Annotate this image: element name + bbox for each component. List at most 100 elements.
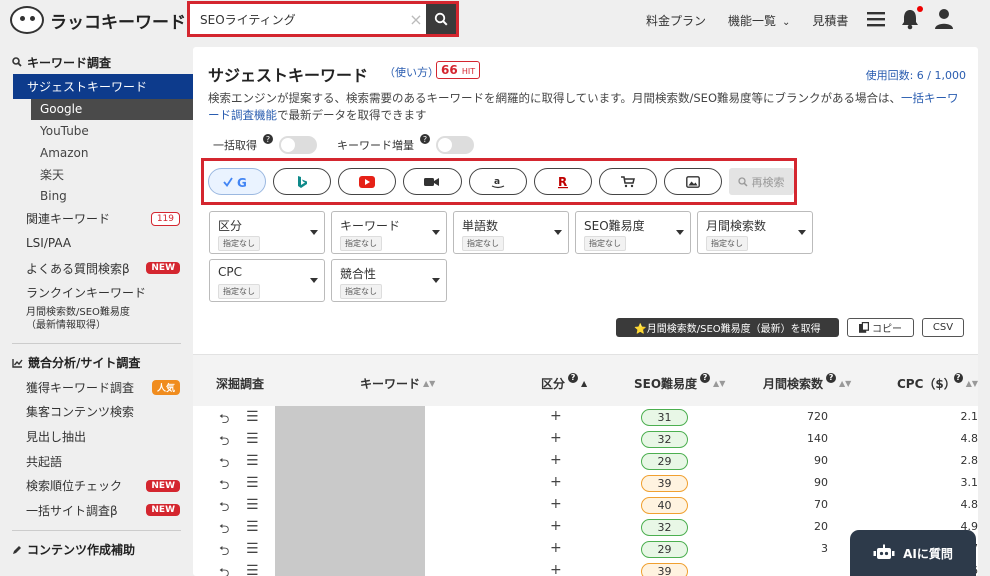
sidebar-item-cooccur[interactable]: 共起語 — [0, 449, 193, 474]
filter-cpc[interactable]: CPC 指定なし — [209, 259, 325, 302]
engine-google-button[interactable]: G — [208, 168, 267, 195]
engine-bing-button[interactable] — [273, 168, 332, 195]
add-icon[interactable]: + — [550, 540, 562, 556]
add-icon[interactable]: + — [550, 496, 562, 512]
list-icon[interactable]: ☰ — [246, 409, 259, 425]
col-deep-research[interactable]: 深掘調査 — [216, 375, 264, 392]
add-icon[interactable]: + — [550, 430, 562, 446]
help-icon[interactable]: ? — [568, 372, 579, 383]
howto-link[interactable]: （使い方） — [384, 64, 439, 80]
notification-button[interactable] — [900, 6, 923, 30]
fetch-latest-button[interactable]: ⭐月間検索数/SEO難易度（最新）を取得 — [616, 318, 839, 337]
engine-video-button[interactable] — [403, 168, 462, 195]
search-input[interactable] — [190, 4, 406, 34]
sidebar-item-bulk[interactable]: 一括サイト調査β NEW — [0, 498, 193, 523]
keyword-cell[interactable] — [275, 472, 425, 494]
filter-word-count[interactable]: 単語数 指定なし — [453, 211, 569, 254]
search-box: × — [187, 1, 459, 37]
copy-button[interactable]: コピー — [847, 318, 914, 337]
help-icon[interactable]: ? — [420, 134, 430, 144]
sidebar-item-rankin[interactable]: ランクインキーワード — [0, 280, 193, 305]
logo[interactable]: ラッコキーワード — [10, 6, 186, 34]
sidebar-item-rankcheck[interactable]: 検索順位チェック NEW — [0, 473, 193, 498]
keyword-increase-toggle[interactable] — [436, 136, 474, 154]
filter-category[interactable]: 区分 指定なし — [209, 211, 325, 254]
table-header: 深掘調査 キーワード ▲▼ 区分? ▲ SEO難易度? ▲▼ 月間検索数? ▲▼ CPC… — [193, 354, 978, 406]
search-button[interactable] — [426, 4, 456, 34]
sidebar-item-lsi[interactable]: LSI/PAA — [0, 231, 193, 256]
keyword-cell[interactable] — [275, 406, 425, 428]
list-icon[interactable]: ☰ — [246, 541, 259, 557]
col-cpc[interactable]: CPC（$）? ▲▼ — [897, 372, 978, 392]
keyword-cell[interactable] — [275, 560, 425, 576]
csv-button[interactable]: CSV — [922, 318, 964, 337]
bulk-fetch-toggle[interactable] — [279, 136, 317, 154]
sidebar-sub-rakuten[interactable]: 楽天 — [0, 163, 193, 185]
menu-icon[interactable] — [866, 9, 886, 29]
list-icon[interactable]: ☰ — [246, 453, 259, 469]
list-icon[interactable]: ☰ — [246, 497, 259, 513]
sidebar-sub-youtube[interactable]: YouTube — [0, 120, 193, 142]
help-icon[interactable]: ? — [700, 372, 711, 383]
keyword-cell[interactable] — [275, 538, 425, 560]
table-row: ⮌ ☰ +29 90 2.8 — [193, 450, 978, 472]
clear-icon[interactable]: × — [406, 10, 426, 29]
sidebar-item-label: 検索順位チェック — [26, 479, 123, 494]
filter-seo-difficulty[interactable]: SEO難易度 指定なし — [575, 211, 691, 254]
add-icon[interactable]: + — [550, 408, 562, 424]
research-button[interactable]: 再検索 — [729, 168, 794, 195]
col-monthly-volume[interactable]: 月間検索数? ▲▼ — [763, 372, 851, 392]
sidebar-item-faq[interactable]: よくある質問検索β NEW — [0, 256, 193, 281]
add-icon[interactable]: + — [550, 562, 562, 576]
nav-features[interactable]: 機能一覧 ⌄ — [728, 12, 790, 29]
engine-youtube-button[interactable] — [338, 168, 397, 195]
list-icon[interactable]: ☰ — [246, 519, 259, 535]
sidebar-item-content[interactable]: 集客コンテンツ検索 — [0, 400, 193, 425]
list-icon[interactable]: ☰ — [246, 475, 259, 491]
otter-logo-icon — [10, 6, 44, 34]
col-keyword[interactable]: キーワード ▲▼ — [360, 375, 435, 392]
toggle-label-increase: キーワード増量 — [337, 139, 414, 152]
sidebar-item-acquired[interactable]: 獲得キーワード調査 人気 — [0, 375, 193, 400]
sidebar-item-monthly[interactable]: 月間検索数/SEO難易度 （最新情報取得） — [0, 306, 193, 336]
engine-amazon-button[interactable]: a — [468, 168, 527, 195]
add-icon[interactable]: + — [550, 518, 562, 534]
filter-label: CPC — [218, 265, 242, 279]
deep-dive-icon[interactable]: ⮌ — [219, 564, 229, 576]
nav-quote[interactable]: 見積書 — [812, 12, 848, 29]
sidebar-item-label: 獲得キーワード調査 — [26, 380, 135, 395]
sidebar-sub-google[interactable]: Google — [31, 98, 193, 121]
chevron-down-icon: ⌄ — [782, 17, 791, 28]
add-icon[interactable]: + — [550, 474, 562, 490]
user-icon[interactable] — [934, 8, 954, 30]
add-icon[interactable]: + — [550, 452, 562, 468]
filter-keyword[interactable]: キーワード 指定なし — [331, 211, 447, 254]
sidebar-item-suggest[interactable]: サジェストキーワード — [13, 74, 193, 99]
filter-competition[interactable]: 競合性 指定なし — [331, 259, 447, 302]
keyword-cell[interactable] — [275, 516, 425, 538]
engine-rakuten-button[interactable]: R — [533, 168, 592, 195]
engine-image-button[interactable] — [663, 168, 722, 195]
nav-pricing[interactable]: 料金プラン — [646, 12, 706, 29]
caret-down-icon — [310, 278, 318, 283]
help-icon[interactable]: ? — [826, 372, 837, 383]
list-icon[interactable]: ☰ — [246, 431, 259, 447]
list-icon[interactable]: ☰ — [246, 563, 259, 576]
sidebar-sub-bing[interactable]: Bing — [0, 185, 193, 207]
col-category[interactable]: 区分? ▲ — [541, 372, 587, 392]
keyword-cell[interactable] — [275, 450, 425, 472]
column-label: 月間検索数 — [763, 377, 824, 391]
engine-shopping-button[interactable] — [598, 168, 657, 195]
filter-monthly-volume[interactable]: 月間検索数 指定なし — [697, 211, 813, 254]
sidebar-sub-amazon[interactable]: Amazon — [0, 142, 193, 164]
help-icon[interactable]: ? — [953, 372, 963, 383]
keyword-cell[interactable] — [275, 494, 425, 516]
ai-question-button[interactable]: AIに質問 — [850, 530, 976, 576]
sidebar-item-related[interactable]: 関連キーワード 119 — [0, 207, 193, 232]
seo-badge: 29 — [641, 541, 688, 558]
sidebar-item-headings[interactable]: 見出し抽出 — [0, 424, 193, 449]
cpc-cell: 3.1 — [960, 476, 979, 489]
col-seo-difficulty[interactable]: SEO難易度? ▲▼ — [634, 372, 725, 392]
keyword-cell[interactable] — [275, 428, 425, 450]
help-icon[interactable]: ? — [263, 134, 273, 144]
